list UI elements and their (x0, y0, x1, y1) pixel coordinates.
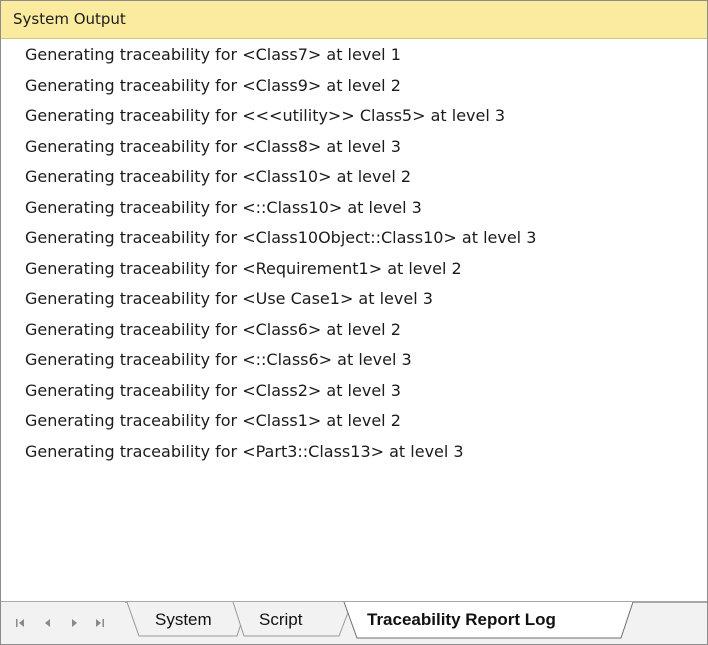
next-tab-button[interactable] (65, 612, 83, 636)
previous-tab-button[interactable] (39, 612, 57, 636)
first-tab-button[interactable] (11, 612, 29, 636)
output-line[interactable]: Generating traceability for <Class9> at … (1, 71, 707, 102)
last-tab-icon (96, 619, 104, 627)
output-line[interactable]: Generating traceability for <Class7> at … (1, 40, 707, 71)
tab-script[interactable]: Script (259, 610, 302, 630)
tab-bar: System Script Traceability Report Log (1, 601, 707, 644)
output-line[interactable]: Generating traceability for <Class8> at … (1, 132, 707, 163)
output-list[interactable]: Generating traceability for <Class7> at … (1, 40, 707, 596)
output-line[interactable]: Generating traceability for <Class10Obje… (1, 223, 707, 254)
output-line[interactable]: Generating traceability for <Class1> at … (1, 406, 707, 437)
next-tab-icon (72, 619, 77, 627)
output-line[interactable]: Generating traceability for <<<utility>>… (1, 101, 707, 132)
output-line[interactable]: Generating traceability for <Use Case1> … (1, 284, 707, 315)
tab-system[interactable]: System (155, 610, 212, 630)
previous-tab-icon (45, 619, 50, 627)
panel-title-bar[interactable]: System Output (1, 1, 707, 39)
output-line[interactable]: Generating traceability for <Class6> at … (1, 315, 707, 346)
output-line[interactable]: Generating traceability for <Class2> at … (1, 376, 707, 407)
output-line[interactable]: Generating traceability for <Requirement… (1, 254, 707, 285)
system-output-window: System Output Generating traceability fo… (0, 0, 708, 645)
output-line[interactable]: Generating traceability for <Class10> at… (1, 162, 707, 193)
tab-traceability-report-log[interactable]: Traceability Report Log (367, 610, 556, 630)
output-line[interactable]: Generating traceability for <Part3::Clas… (1, 437, 707, 468)
panel-title: System Output (13, 10, 126, 28)
last-tab-button[interactable] (91, 612, 109, 636)
first-tab-icon (16, 619, 24, 627)
output-line[interactable]: Generating traceability for <::Class6> a… (1, 345, 707, 376)
output-line[interactable]: Generating traceability for <::Class10> … (1, 193, 707, 224)
